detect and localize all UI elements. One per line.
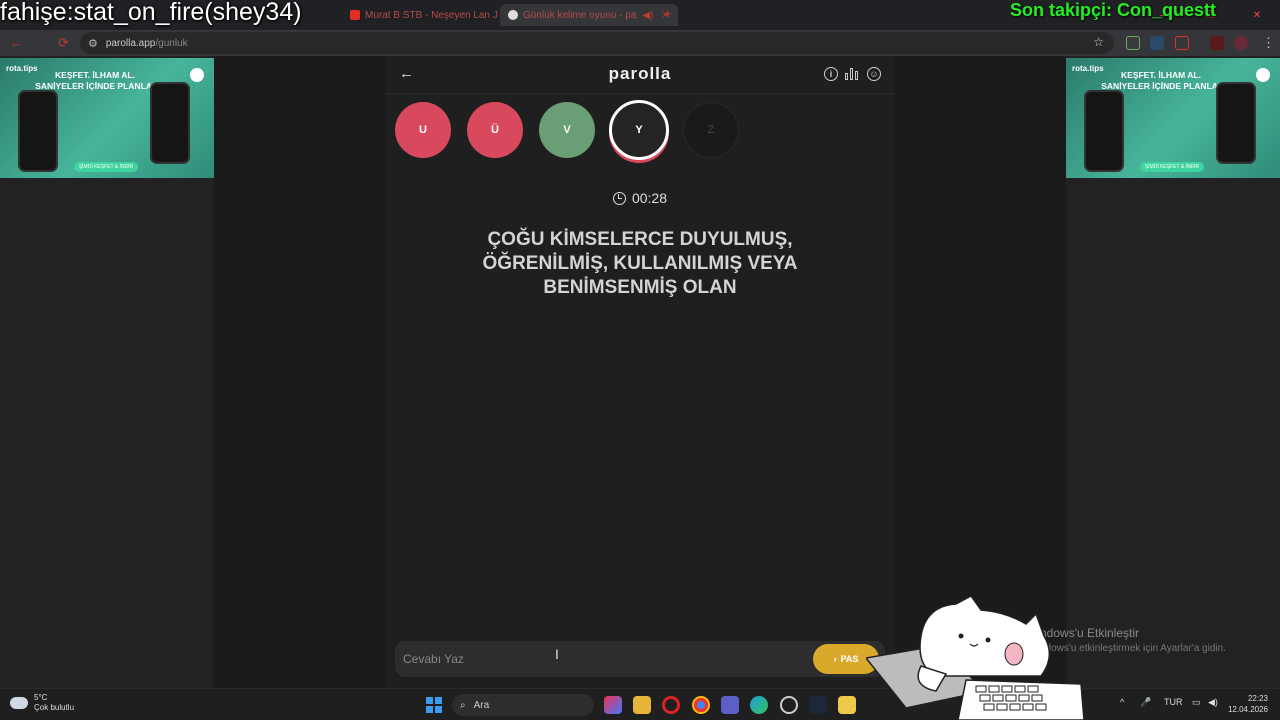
extension-icon[interactable]: [1150, 36, 1164, 50]
copilot-icon[interactable]: [604, 696, 622, 714]
game-panel: ← parolla i ☺ U Ü V Y Z 00:28 ÇOĞU KİMSE…: [385, 56, 895, 688]
ad-headline: KEŞFET. İLHAM AL. SANİYELER İÇİNDE PLANL…: [35, 70, 155, 91]
answer-input[interactable]: [403, 649, 783, 669]
letter-circle: V: [539, 102, 595, 158]
right-ad-column: rota.tips KEŞFET. İLHAM AL. SANİYELER İÇ…: [1066, 56, 1280, 688]
search-icon: ⌕: [460, 699, 466, 711]
forward-icon[interactable]: →: [34, 35, 47, 50]
bookmark-star-icon[interactable]: ☆: [1093, 35, 1104, 49]
clock-time: 22:23: [1247, 694, 1268, 703]
countdown-timer: 00:28: [385, 190, 895, 206]
cloud-icon: [10, 697, 28, 709]
reload-icon[interactable]: ⟳: [58, 35, 69, 51]
info-icon[interactable]: i: [824, 67, 838, 81]
phone-image: [18, 90, 58, 172]
network-icon[interactable]: ▭: [1192, 697, 1201, 708]
windows-start-icon[interactable]: [426, 697, 442, 713]
extension-icon[interactable]: [1126, 36, 1140, 50]
url-path: /gunluk: [155, 37, 188, 49]
search-label: Ara: [473, 699, 490, 711]
extension-icon[interactable]: [1175, 36, 1189, 50]
chevron-up-icon[interactable]: ^: [1120, 697, 1124, 707]
stream-overlay-text: fahişe:stat_on_fire(shey34): [0, 0, 302, 26]
clock-date: 12.04.2026: [1227, 705, 1268, 714]
opera-icon[interactable]: [662, 696, 680, 714]
profile-icon[interactable]: ☺: [867, 67, 881, 81]
browser-tab[interactable]: Murat B STB - Neşeyen Lan J ✕: [342, 4, 522, 26]
ad-headline: KEŞFET. İLHAM AL. SANİYELER İÇİNDE PLANL…: [1101, 70, 1221, 91]
windows-taskbar: 5°C Çok bulutlu ⌕ Ara ^ 🎤 TUR ▭ ◀) 22:23…: [0, 688, 1280, 720]
last-follower-text: Son takipçi: Con_questt: [1009, 0, 1216, 20]
chevron-right-icon: ›: [833, 654, 837, 664]
address-bar: ← → ⟳ ⚙ parolla.app /gunluk ☆ ⋮: [0, 30, 1280, 56]
url-host: parolla.app: [105, 37, 156, 49]
left-ad-column: rota.tips KEŞFET. İLHAM AL. SANİYELER İÇ…: [0, 56, 214, 688]
speaker-icon[interactable]: ◀): [642, 10, 653, 21]
ad-cta-button[interactable]: ŞİMDİ KEŞFET & İNDİR: [1140, 162, 1204, 172]
stats-icon[interactable]: [845, 67, 859, 81]
youtube-icon: [350, 10, 360, 20]
tab-label: Günlük kelime oyunu - pa: [523, 9, 637, 21]
phone-image: [150, 82, 190, 164]
letter-track: U Ü V Y Z: [395, 100, 755, 162]
clock-icon: [612, 191, 626, 205]
letter-circle: Z: [683, 102, 739, 158]
ad-badge-icon: [190, 68, 204, 82]
taskbar-search[interactable]: ⌕ Ara: [452, 694, 594, 716]
weather-temp: 5°C: [34, 693, 48, 702]
site-settings-icon[interactable]: ⚙: [88, 37, 98, 50]
extension-icon[interactable]: [1210, 36, 1224, 50]
back-icon[interactable]: ←: [10, 35, 23, 50]
answer-bar: › PAS: [395, 641, 885, 677]
advertisement-banner[interactable]: rota.tips KEŞFET. İLHAM AL. SANİYELER İÇ…: [1066, 58, 1280, 178]
current-letter-circle: Y: [609, 100, 669, 160]
browser-tab-active[interactable]: Günlük kelime oyunu - pa ◀) ✕: [500, 4, 678, 26]
new-tab-icon[interactable]: +: [664, 6, 672, 21]
menu-icon[interactable]: ⋮: [1262, 35, 1275, 51]
app-header: ← parolla i ☺: [385, 56, 895, 94]
app-icon[interactable]: [838, 696, 856, 714]
app-title: parolla: [608, 64, 672, 83]
file-explorer-icon[interactable]: [633, 696, 651, 714]
close-window-icon[interactable]: ✕: [1234, 0, 1280, 30]
timer-value: 00:28: [631, 190, 668, 206]
volume-icon[interactable]: ◀): [1208, 697, 1218, 708]
letter-circle: Ü: [467, 102, 523, 158]
chrome-icon[interactable]: [692, 696, 710, 714]
system-clock[interactable]: 22:23 12.04.2026: [1228, 693, 1268, 715]
language-indicator[interactable]: TUR: [1164, 697, 1183, 707]
profile-avatar-icon[interactable]: [1234, 36, 1248, 50]
url-field[interactable]: ⚙ parolla.app /gunluk ☆: [80, 32, 1114, 54]
pass-label: PAS: [840, 654, 859, 664]
tab-label: Murat B STB - Neşeyen Lan J: [365, 9, 498, 21]
text-cursor-icon: I: [555, 646, 559, 662]
obs-icon[interactable]: [780, 696, 798, 714]
page-favicon-icon: [508, 10, 518, 20]
ad-badge-icon: [1256, 68, 1270, 82]
microphone-icon[interactable]: 🎤: [1140, 697, 1151, 708]
advertisement-banner[interactable]: rota.tips KEŞFET. İLHAM AL. SANİYELER İÇ…: [0, 58, 214, 178]
letter-circle: U: [395, 102, 451, 158]
steam-icon[interactable]: [809, 696, 827, 714]
ad-cta-button[interactable]: ŞİMDİ KEŞFET & İNDİR: [74, 162, 138, 172]
page-content: rota.tips KEŞFET. İLHAM AL. SANİYELER İÇ…: [0, 56, 1280, 688]
phone-image: [1216, 82, 1256, 164]
edge-icon[interactable]: [750, 696, 768, 714]
teams-icon[interactable]: [721, 696, 739, 714]
weather-widget[interactable]: 5°C Çok bulutlu: [10, 693, 74, 713]
phone-image: [1084, 90, 1124, 172]
weather-desc: Çok bulutlu: [34, 703, 75, 712]
bongo-cat-overlay: [866, 596, 1085, 720]
question-text: ÇOĞU KİMSELERCE DUYULMUŞ, ÖĞRENİLMİŞ, KU…: [482, 229, 798, 298]
